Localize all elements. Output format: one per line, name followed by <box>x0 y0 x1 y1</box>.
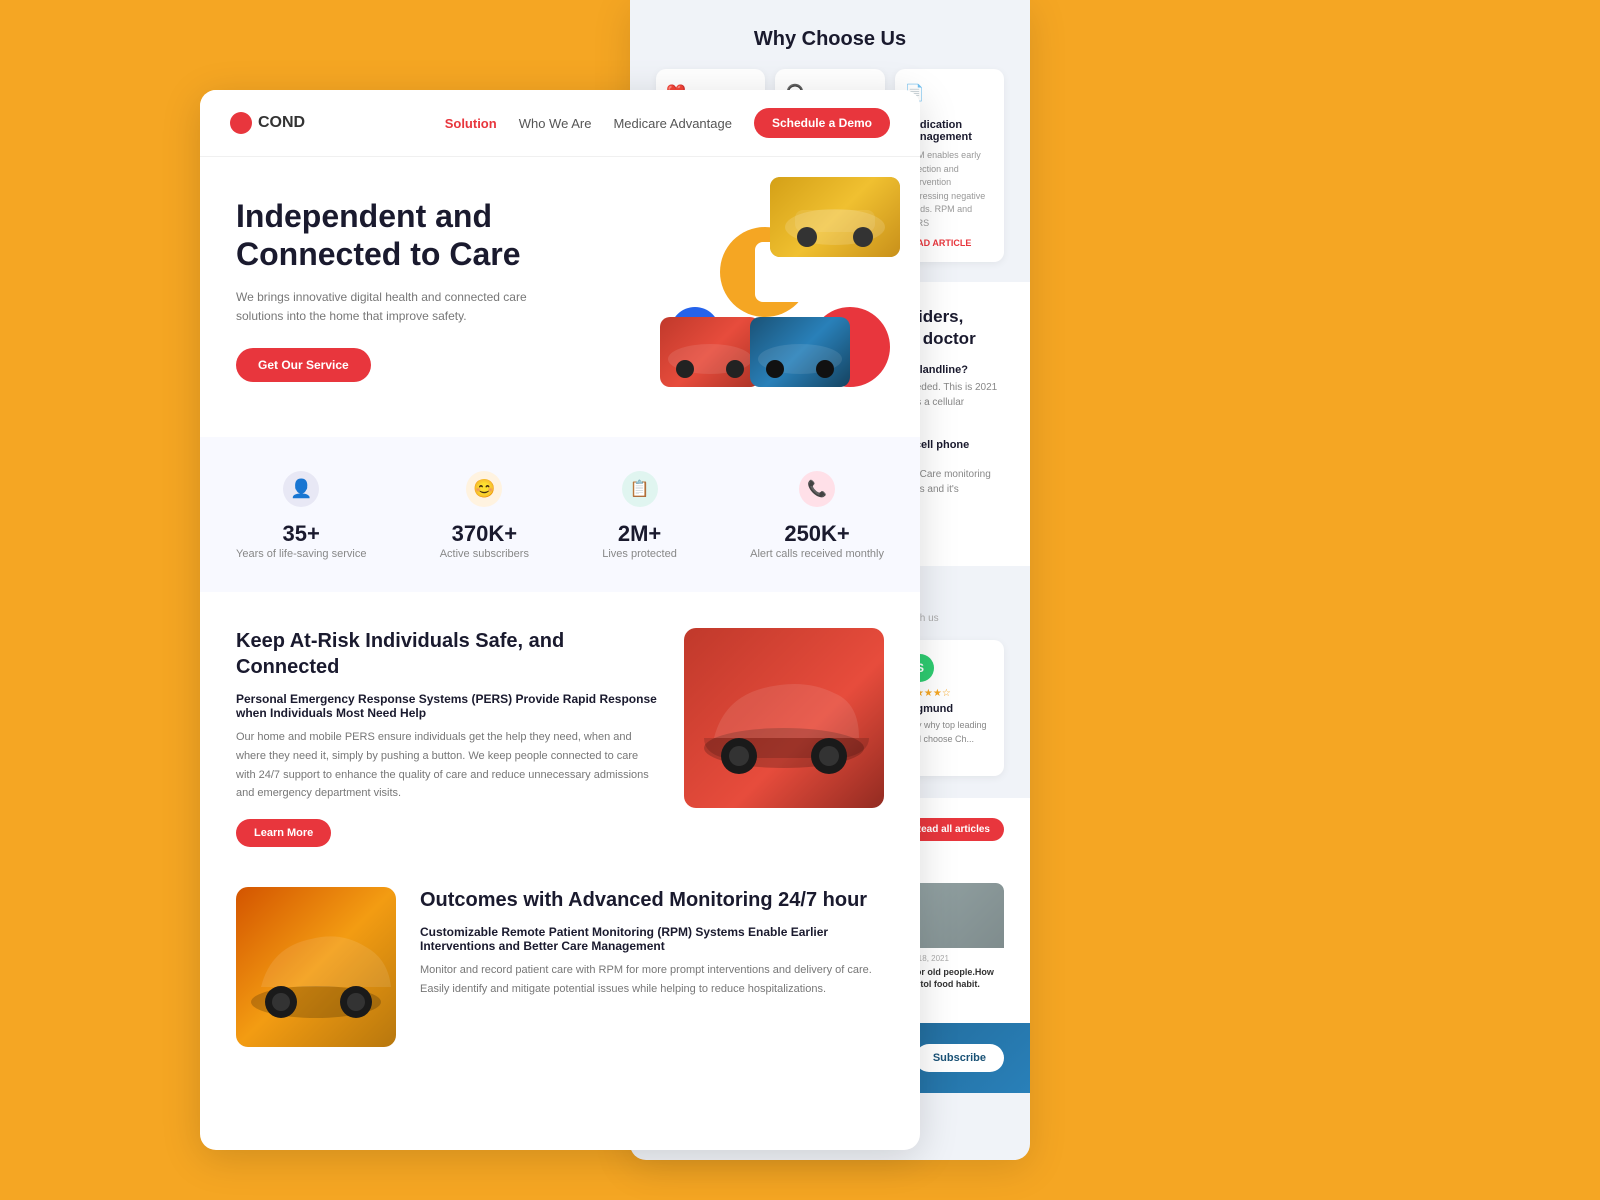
hero-shapes <box>660 177 900 397</box>
keep-title: Keep At-Risk Individuals Safe, and Conne… <box>236 628 660 680</box>
outcomes-subtitle: Customizable Remote Patient Monitoring (… <box>420 925 884 953</box>
stat-years: 35+ Years of life-saving service <box>236 467 366 562</box>
schedule-demo-button[interactable]: Schedule a Demo <box>754 108 890 138</box>
orange-car <box>236 887 396 1047</box>
blue-car <box>750 317 850 387</box>
stat-subscribers-number: 370K+ <box>440 521 529 547</box>
phone-icon <box>799 471 835 507</box>
subscribers-icon <box>462 467 506 511</box>
outcomes-title: Outcomes with Advanced Monitoring 24/7 h… <box>420 887 884 913</box>
stat-lives-number: 2M+ <box>602 521 677 547</box>
learn-more-button[interactable]: Learn More <box>236 819 331 847</box>
main-card: COND Solution Who We Are Medicare Advant… <box>200 90 920 1150</box>
stat-years-number: 35+ <box>236 521 366 547</box>
subscribe-button[interactable]: Subscribe <box>915 1044 1004 1072</box>
get-service-button[interactable]: Get Our Service <box>236 348 371 382</box>
navbar: COND Solution Who We Are Medicare Advant… <box>200 90 920 157</box>
logo: COND <box>230 112 305 134</box>
keep-section: Keep At-Risk Individuals Safe, and Conne… <box>200 592 920 867</box>
stat-subscribers-label: Active subscribers <box>440 547 529 562</box>
logo-text: COND <box>258 114 305 132</box>
stat-years-label: Years of life-saving service <box>236 547 366 562</box>
logo-dot <box>230 112 252 134</box>
nav-who-we-are[interactable]: Who We Are <box>519 116 592 131</box>
stat-lives: 2M+ Lives protected <box>602 467 677 562</box>
years-icon <box>279 467 323 511</box>
stat-alerts: 250K+ Alert calls received monthly <box>750 467 884 562</box>
nav-links: Solution Who We Are Medicare Advantage S… <box>445 108 890 138</box>
alerts-icon <box>795 467 839 511</box>
why-title: Why Choose Us <box>656 28 1004 51</box>
smile-icon <box>466 471 502 507</box>
keep-body: Our home and mobile PERS ensure individu… <box>236 728 660 803</box>
outcomes-image <box>236 887 396 1047</box>
lives-icon <box>618 467 662 511</box>
red-sports-car <box>684 628 884 808</box>
hero-car-image-1 <box>770 177 900 257</box>
stat-alerts-number: 250K+ <box>750 521 884 547</box>
outcomes-body: Monitor and record patient care with RPM… <box>420 961 884 998</box>
keep-text: Keep At-Risk Individuals Safe, and Conne… <box>236 628 660 847</box>
hero-subtitle: We brings innovative digital health and … <box>236 288 536 326</box>
nav-medicare[interactable]: Medicare Advantage <box>613 116 732 131</box>
outcomes-text: Outcomes with Advanced Monitoring 24/7 h… <box>420 887 884 1014</box>
stats-section: 35+ Years of life-saving service 370K+ A… <box>200 437 920 592</box>
keep-car-image <box>684 628 884 808</box>
document-icon <box>622 471 658 507</box>
nav-solution[interactable]: Solution <box>445 116 497 131</box>
outcomes-section: Outcomes with Advanced Monitoring 24/7 h… <box>200 867 920 1077</box>
hero-title: Independent and Connected to Care <box>236 197 586 274</box>
stat-subscribers: 370K+ Active subscribers <box>440 467 529 562</box>
person-icon <box>283 471 319 507</box>
hero-car-image-2 <box>660 317 760 387</box>
stat-lives-label: Lives protected <box>602 547 677 562</box>
stat-alerts-label: Alert calls received monthly <box>750 547 884 562</box>
hero-section: Independent and Connected to Care We bri… <box>200 157 920 437</box>
red-car <box>660 317 760 387</box>
hero-car-image-3 <box>750 317 850 387</box>
yellow-car <box>770 177 900 257</box>
keep-subtitle: Personal Emergency Response Systems (PER… <box>236 692 660 720</box>
